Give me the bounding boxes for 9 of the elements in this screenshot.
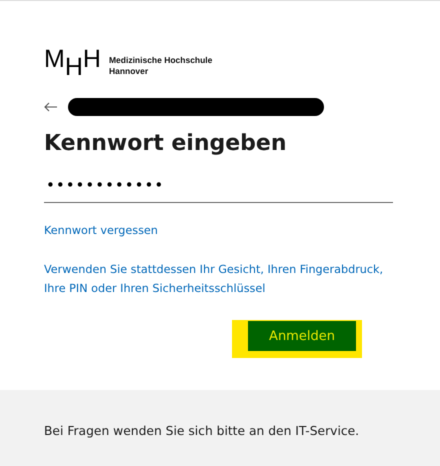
logo-name: Hannover [108,66,150,77]
page-title: Kennwort eingeben [44,131,288,156]
logo-name: Medizinische Hochschule [108,55,212,66]
help-text: Bei Fragen wenden Sie sich bitte an den IT-Service. [44,424,360,438]
sign-in-button[interactable]: Anmelden [248,321,356,351]
logo-mark: MHH [44,47,101,81]
text-link[interactable]: Verwenden Sie stattdessen Ihr Gesicht, Ihren Fingerabdruck, Ihre PIN oder Ihren Sicherheitsschlüssel [44,260,394,298]
back-arrow-icon[interactable] [44,102,58,112]
text-link[interactable]: Kennwort vergessen [44,221,394,240]
